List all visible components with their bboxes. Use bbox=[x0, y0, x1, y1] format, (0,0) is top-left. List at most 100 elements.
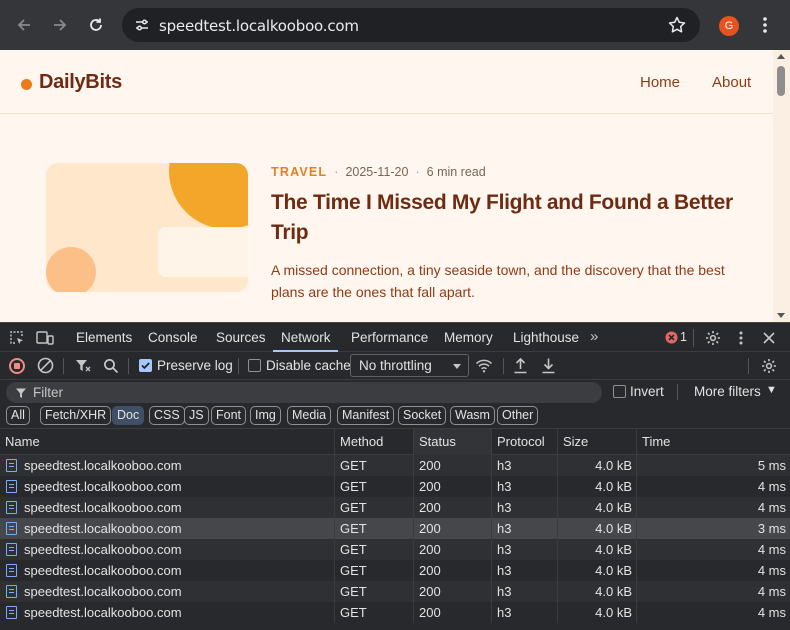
forward-button[interactable] bbox=[48, 13, 72, 37]
column-header-method[interactable]: Method bbox=[335, 429, 414, 455]
disable-cache-checkbox[interactable] bbox=[248, 359, 261, 372]
table-row[interactable]: speedtest.localkooboo.com GET 200 h3 4.0 kB 4… bbox=[0, 581, 790, 602]
site-logo[interactable]: DailyBits bbox=[39, 71, 122, 94]
chip-font[interactable]: Font bbox=[211, 406, 247, 425]
cell-name: speedtest.localkooboo.com bbox=[0, 476, 335, 497]
settings-gear-icon[interactable] bbox=[705, 330, 721, 346]
column-header-size[interactable]: Size bbox=[558, 429, 637, 455]
chip-fetch-xhr[interactable]: Fetch/XHR bbox=[40, 406, 112, 425]
cell-name-text: speedtest.localkooboo.com bbox=[24, 605, 182, 620]
table-row[interactable]: speedtest.localkooboo.com GET 200 h3 4.0 kB 4… bbox=[0, 602, 790, 623]
more-filters-chevron-icon[interactable]: ▼ bbox=[766, 384, 777, 396]
arrow-right-icon bbox=[54, 19, 67, 31]
cell-method-text: GET bbox=[340, 542, 367, 557]
cell-method: GET bbox=[335, 476, 414, 497]
reload-button[interactable] bbox=[84, 13, 108, 37]
cell-time: 4 ms bbox=[637, 497, 790, 518]
tab-network[interactable]: Network bbox=[281, 330, 331, 345]
tab-memory[interactable]: Memory bbox=[444, 330, 493, 345]
chip-socket[interactable]: Socket bbox=[398, 406, 447, 425]
url-text[interactable]: speedtest.localkooboo.com bbox=[159, 17, 359, 35]
filter-funnel-icon[interactable] bbox=[75, 358, 91, 374]
tab-sources[interactable]: Sources bbox=[216, 330, 266, 345]
table-row[interactable]: speedtest.localkooboo.com GET 200 h3 4.0 kB 4… bbox=[0, 539, 790, 560]
cell-protocol: h3 bbox=[492, 539, 558, 560]
clear-log-icon[interactable] bbox=[37, 357, 54, 374]
chip-img[interactable]: Img bbox=[250, 406, 281, 425]
chip-doc[interactable]: Doc bbox=[112, 406, 145, 425]
cell-time-text: 4 ms bbox=[757, 500, 786, 515]
toolbar-divider bbox=[238, 358, 239, 374]
throttling-select[interactable]: No throttling bbox=[350, 354, 469, 377]
network-conditions-icon[interactable] bbox=[475, 358, 493, 374]
cell-name: speedtest.localkooboo.com bbox=[0, 602, 335, 623]
close-devtools-icon[interactable] bbox=[762, 331, 776, 345]
chip-js[interactable]: JS bbox=[184, 406, 209, 425]
table-row[interactable]: speedtest.localkooboo.com GET 200 h3 4.0 kB 4… bbox=[0, 497, 790, 518]
search-icon[interactable] bbox=[103, 358, 119, 374]
article-title[interactable]: The Time I Missed My Flight and Found a … bbox=[271, 188, 751, 248]
chip-all[interactable]: All bbox=[6, 406, 30, 425]
tab-console[interactable]: Console bbox=[148, 330, 198, 345]
table-row[interactable]: speedtest.localkooboo.com GET 200 h3 4.0 kB 3… bbox=[0, 518, 790, 539]
inspect-element-icon[interactable] bbox=[9, 330, 25, 346]
table-row[interactable]: speedtest.localkooboo.com GET 200 h3 4.0 kB 5… bbox=[0, 455, 790, 476]
document-icon bbox=[6, 543, 17, 556]
table-row[interactable]: speedtest.localkooboo.com GET 200 h3 4.0 kB 4… bbox=[0, 560, 790, 581]
nav-link-about[interactable]: About bbox=[712, 74, 751, 91]
stop-recording-icon[interactable] bbox=[9, 358, 25, 374]
devtools-menu-icon[interactable] bbox=[737, 330, 745, 346]
preserve-log-label[interactable]: Preserve log bbox=[157, 358, 233, 373]
preserve-log-checkbox[interactable] bbox=[139, 359, 152, 372]
import-har-icon[interactable] bbox=[513, 357, 528, 374]
thumbnail-circle-shape bbox=[169, 163, 248, 229]
table-row[interactable]: speedtest.localkooboo.com GET 200 h3 4.0 kB 4… bbox=[0, 476, 790, 497]
cell-method: GET bbox=[335, 518, 414, 539]
scroll-down-icon[interactable] bbox=[777, 313, 785, 318]
error-icon[interactable] bbox=[665, 331, 678, 344]
more-filters-button[interactable]: More filters bbox=[694, 384, 761, 399]
invert-label[interactable]: Invert bbox=[630, 384, 664, 399]
bookmark-star-icon[interactable] bbox=[667, 15, 687, 35]
cell-size-text: 4.0 kB bbox=[595, 605, 632, 620]
column-header-name[interactable]: Name bbox=[0, 429, 335, 455]
chip-media[interactable]: Media bbox=[287, 406, 332, 425]
cell-protocol-text: h3 bbox=[497, 479, 512, 494]
page-scrollbar[interactable] bbox=[773, 50, 790, 322]
column-header-status[interactable]: Status bbox=[414, 429, 492, 455]
back-button[interactable] bbox=[12, 13, 36, 37]
tab-lighthouse[interactable]: Lighthouse bbox=[513, 330, 579, 345]
disable-cache-label[interactable]: Disable cache bbox=[266, 358, 351, 373]
scroll-up-icon[interactable] bbox=[777, 54, 785, 59]
cell-size: 4.0 kB bbox=[558, 560, 637, 581]
site-info-icon[interactable] bbox=[134, 17, 150, 33]
browser-menu-icon[interactable] bbox=[758, 14, 772, 36]
page-viewport: DailyBits Home About TRAVEL · 2025-11-20 · 6… bbox=[0, 50, 773, 322]
device-toolbar-icon[interactable] bbox=[36, 330, 54, 346]
chip-other[interactable]: Other bbox=[497, 406, 539, 425]
chip-css[interactable]: CSS bbox=[149, 406, 185, 425]
nav-link-home[interactable]: Home bbox=[640, 74, 680, 91]
error-count[interactable]: 1 bbox=[680, 330, 687, 344]
article-category[interactable]: TRAVEL bbox=[271, 165, 327, 179]
article-thumbnail[interactable] bbox=[46, 163, 248, 292]
export-har-icon[interactable] bbox=[541, 357, 556, 374]
chip-wasm[interactable]: Wasm bbox=[450, 406, 495, 425]
more-tabs-chevron-icon[interactable]: » bbox=[590, 328, 598, 345]
tab-elements[interactable]: Elements bbox=[76, 330, 132, 345]
network-settings-gear-icon[interactable] bbox=[761, 358, 777, 374]
column-header-time[interactable]: Time bbox=[637, 429, 790, 455]
cell-protocol: h3 bbox=[492, 497, 558, 518]
tab-performance[interactable]: Performance bbox=[351, 330, 428, 345]
invert-checkbox[interactable] bbox=[613, 385, 626, 398]
cell-protocol: h3 bbox=[492, 581, 558, 602]
address-bar[interactable]: speedtest.localkooboo.com bbox=[122, 8, 700, 42]
column-header-protocol[interactable]: Protocol bbox=[492, 429, 558, 455]
filter-input[interactable]: Filter bbox=[6, 382, 602, 403]
chip-manifest[interactable]: Manifest bbox=[337, 406, 395, 425]
scroll-thumb[interactable] bbox=[777, 66, 785, 96]
cell-name-text: speedtest.localkooboo.com bbox=[24, 458, 182, 473]
cell-method: GET bbox=[335, 539, 414, 560]
profile-avatar[interactable]: G bbox=[719, 16, 739, 36]
cell-status-text: 200 bbox=[419, 584, 441, 599]
